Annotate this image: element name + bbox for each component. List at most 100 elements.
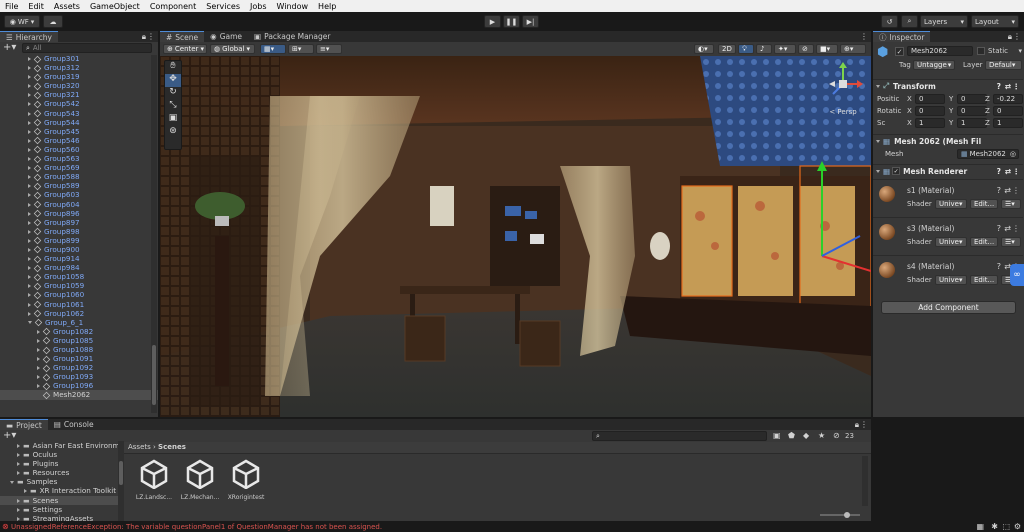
hierarchy-item[interactable]: Group1085 [0,336,158,345]
chevron-right-icon[interactable] [28,266,31,271]
more-icon[interactable]: ⋮ [860,32,868,41]
add-icon[interactable]: +▾ [3,430,16,441]
hierarchy-item[interactable]: Group569 [0,163,158,172]
filter-label-icon[interactable]: ⬟ [788,431,795,440]
tab-game[interactable]: ◉ Game [204,31,249,42]
project-search-input[interactable]: ⌕ [592,431,767,441]
menu-jobs[interactable]: Jobs [245,2,272,11]
more-icon[interactable]: ⋮ [1013,32,1021,41]
preset-icon[interactable]: ⇄ [1004,186,1011,195]
chevron-right-icon[interactable] [28,257,31,262]
pivot-dropdown[interactable]: ⊕ Center ▾ [163,44,207,54]
lock-icon[interactable]: 🔒︎ [142,32,146,42]
transform-y-field[interactable]: 1 [957,118,987,128]
more-icon[interactable]: ⋮ [1013,82,1021,91]
debug-icon[interactable]: ✱ [991,522,998,531]
add-icon[interactable]: +▾ [3,42,16,53]
hierarchy-item[interactable]: Group984 [0,263,158,272]
camera-dropdown[interactable]: ■▾ [816,44,838,54]
hierarchy-item[interactable]: Group_6_1 [0,318,158,327]
chevron-right-icon[interactable] [28,247,31,252]
hierarchy-item[interactable]: Group1082 [0,327,158,336]
search-button[interactable]: ⌕ [901,15,918,28]
menu-services[interactable]: Services [201,2,245,11]
chevron-down-icon[interactable] [10,480,14,484]
mesh-object-field[interactable]: ▦ Mesh2062 ◎ [957,149,1019,159]
chevron-right-icon[interactable] [28,229,31,234]
hierarchy-item[interactable]: Group1058 [0,272,158,281]
pause-button[interactable]: ❚❚ [503,15,520,28]
shading-mode-button[interactable]: ◐▾ [694,44,714,54]
help-icon[interactable]: ? [997,262,1001,271]
chevron-right-icon[interactable] [37,338,40,343]
chevron-right-icon[interactable] [28,275,31,280]
transform-header[interactable]: ⤢ Transform ? ⇄ ⋮ [873,79,1023,92]
preset-icon[interactable]: ⇄ [1004,224,1011,233]
hand-tool[interactable]: ✋︎ [165,61,181,74]
shader-list-button[interactable]: ☰▾ [1001,199,1021,209]
hierarchy-item[interactable]: Group1060 [0,290,158,299]
folder-item[interactable]: ▬ Scenes [0,495,118,505]
preset-icon[interactable]: ⇄ [1005,82,1011,91]
snap-increment-button[interactable]: ⊞▾ [288,44,314,54]
chevron-down-icon[interactable]: ▾ [1018,47,1022,55]
object-name-field[interactable]: Mesh2062 [907,46,973,56]
chevron-right-icon[interactable] [28,220,31,225]
menu-edit[interactable]: Edit [23,2,49,11]
collab-badge-icon[interactable]: ∞ [1010,264,1024,286]
audio-toggle[interactable]: ♪ [756,44,772,54]
tag-icon[interactable]: ◆ [803,431,809,440]
menu-file[interactable]: File [0,2,23,11]
hierarchy-item[interactable]: Group898 [0,227,158,236]
chevron-right-icon[interactable] [17,507,20,512]
history-button[interactable]: ↺ [881,15,898,28]
transform-z-field[interactable]: 1 [993,118,1023,128]
active-checkbox[interactable]: ✓ [895,47,904,56]
shader-list-button[interactable]: ☰▾ [1001,237,1021,247]
hierarchy-item[interactable]: Group301 [0,54,158,63]
filter-type-icon[interactable]: ▣ [773,431,781,440]
transform-tool[interactable]: ⊛ [165,126,181,139]
chevron-down-icon[interactable] [28,321,32,325]
chevron-right-icon[interactable] [28,102,31,107]
star-icon[interactable]: ★ [818,431,825,440]
chevron-right-icon[interactable] [28,311,31,316]
grid-snap-button[interactable]: ▦▾ [260,44,286,54]
chevron-right-icon[interactable] [37,375,40,380]
more-icon[interactable]: ⋮ [1012,186,1020,195]
hierarchy-item[interactable]: Group543 [0,109,158,118]
hierarchy-item[interactable]: Mesh2062 [0,390,158,400]
hierarchy-item[interactable]: Group312 [0,63,158,72]
hierarchy-item[interactable]: Group321 [0,90,158,99]
scale-tool[interactable]: ⤡ [165,100,181,113]
chevron-right-icon[interactable] [28,166,31,171]
tab-package-manager[interactable]: ▣ Package Manager [248,31,337,42]
lock-icon[interactable]: 🔒︎ [855,420,859,430]
help-icon[interactable]: ? [997,82,1001,91]
space-dropdown[interactable]: ◍ Global ▾ [210,44,255,54]
chevron-right-icon[interactable] [37,366,40,371]
chevron-right-icon[interactable] [28,57,31,61]
menu-window[interactable]: Window [272,2,314,11]
folder-item[interactable]: ▬ Settings [0,505,118,514]
scene-viewport[interactable]: ✋︎ ✥ ↻ ⤡ ▣ ⊛ < Persp [160,56,871,417]
error-message[interactable]: UnassignedReferenceException: The variab… [11,523,382,531]
hierarchy-item[interactable]: Group1062 [0,309,158,318]
tab-project[interactable]: ▬ Project [0,419,48,430]
hierarchy-item[interactable]: Group544 [0,118,158,127]
step-button[interactable]: ▶| [522,15,539,28]
chevron-right-icon[interactable] [37,329,40,334]
scene-asset[interactable]: LZ.Mechan... [180,459,220,501]
hierarchy-search-input[interactable]: ⌕ All [22,43,152,53]
cloud-button[interactable]: ☁ [43,15,63,28]
menu-assets[interactable]: Assets [49,2,85,11]
settings-icon[interactable]: ⚙ [1014,522,1021,531]
hierarchy-item[interactable]: Group603 [0,190,158,199]
chevron-right-icon[interactable] [28,293,31,298]
transform-x-field[interactable]: 1 [915,118,945,128]
folder-item[interactable]: ▬ XR Interaction Toolkit [0,486,118,495]
zoom-slider[interactable] [820,512,860,518]
breadcrumb-assets[interactable]: Assets [128,443,151,451]
hierarchy-item[interactable]: Group1091 [0,354,158,363]
hierarchy-item[interactable]: Group1059 [0,281,158,290]
